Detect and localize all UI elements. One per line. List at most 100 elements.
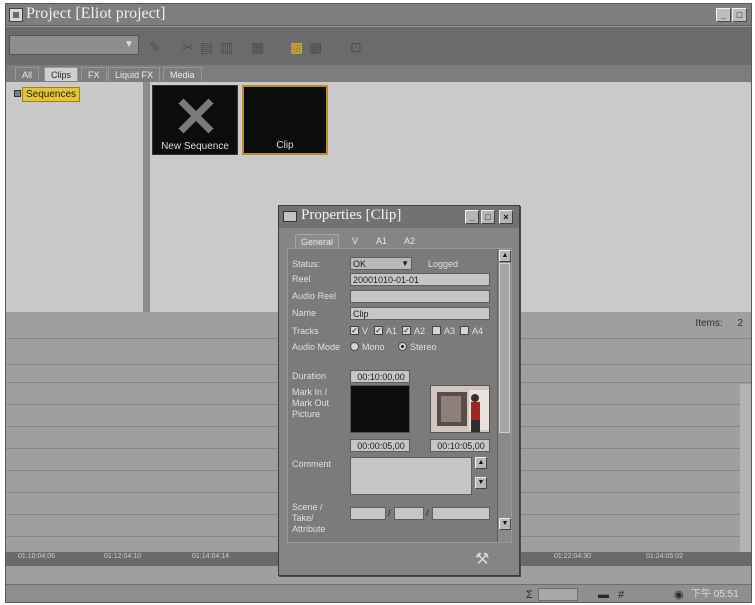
dialog-maximize-button[interactable]: □ [481,210,495,224]
track-a2-checkbox[interactable]: ✓ [402,326,411,335]
duration-label: Duration [292,371,327,381]
tab-liquid-fx[interactable]: Liquid FX [108,67,161,81]
panel-scrollbar[interactable]: ▲ ▼ [497,249,511,542]
status-select-value: OK [353,259,367,269]
track-v-label: V [362,326,369,336]
tab-media[interactable]: Media [163,67,202,81]
status-label: Status: [292,259,321,269]
separator: / [388,508,391,518]
mark-label: Picture [292,409,321,419]
stereo-label: Stereo [410,342,437,352]
mark-label: Mark Out [292,398,330,408]
window-title: Project [Eliot project] [26,5,166,22]
logged-label: Logged [428,259,459,269]
scroll-up-button[interactable]: ▲ [499,250,511,262]
scene-label: Attribute [292,524,326,534]
toolbar: ▼ ✎ ✂ ▤ ▥ ▦ ▩ ▦ ⊡ [6,27,751,65]
take-field[interactable] [394,507,424,520]
wrench-icon[interactable]: ⚒ [475,549,495,569]
general-panel: Status: OK ▼ Logged Reel 20001010-01-01 … [287,248,512,543]
chevron-down-icon: ▼ [401,259,409,268]
bin-tree: Sequences [6,82,144,312]
audio-reel-field[interactable] [350,290,490,303]
paste-icon[interactable]: ▥ [220,39,233,55]
comment-scroll-up[interactable]: ▲ [475,457,487,469]
reel-field[interactable]: 20001010-01-01 [350,273,490,286]
name-label: Name [292,308,317,318]
tree-item-sequences[interactable]: Sequences [14,87,81,102]
attribute-field[interactable] [432,507,490,520]
scroll-thumb[interactable] [499,263,510,433]
comment-label: Comment [292,459,332,469]
track-a3-checkbox[interactable] [432,326,441,335]
track-a3-label: A3 [444,326,456,336]
tab-a1[interactable]: A1 [371,234,392,248]
stereo-radio[interactable] [398,342,407,351]
duration-field[interactable]: 00:10:00,00 [350,370,410,383]
mark-out-picture[interactable] [430,385,490,433]
items-value: 2 [737,318,743,329]
items-count: Items: 2 [695,318,743,329]
bin-item-clip[interactable]: Clip [242,85,328,155]
new-sequence-icon [178,98,214,134]
hash-label: # [618,589,625,601]
track-a2-label: A2 [414,326,426,336]
mark-in-picture[interactable] [350,385,410,433]
ruler-tick-label: 01:12:04:10 [104,553,141,560]
monitor-icon[interactable]: ▬ [598,586,609,602]
comment-textarea[interactable] [350,457,472,495]
view-dropdown[interactable]: ▼ [9,35,139,55]
tab-fx[interactable]: FX [81,67,107,81]
tab-general[interactable]: General [295,234,340,248]
track-a1-label: A1 [386,326,398,336]
table-icon[interactable]: ▦ [309,39,322,55]
mark-in-timecode[interactable]: 00:00:05,00 [350,439,410,452]
maximize-button[interactable]: □ [732,8,747,22]
cut-icon[interactable]: ✂ [182,39,194,55]
mark-label: Mark In / [292,387,328,397]
list-icon[interactable]: ▦ [251,39,264,55]
track-a1-checkbox[interactable]: ✓ [374,326,383,335]
dialog-minimize-button[interactable]: _ [465,210,479,224]
name-field[interactable]: Clip [350,307,490,320]
bin-item-label: New Sequence [161,141,229,152]
ruler-tick-label: 01:10:04:06 [18,553,55,560]
timeline-scrollbar[interactable] [740,384,751,559]
copy-icon[interactable]: ▤ [200,39,213,55]
tab-a2[interactable]: A2 [399,234,420,248]
properties-icon [283,211,297,222]
bin-item-new-sequence[interactable]: New Sequence [152,85,238,155]
tab-all[interactable]: All [15,67,40,81]
properties-dialog: Properties [Clip] _ □ × General V A1 A2 … [278,205,520,576]
status-bar: Σ ▬ # ◉ 下午 05:51 [6,584,751,602]
dialog-tabs: General V A1 A2 [287,234,512,248]
comment-scroll-down[interactable]: ▼ [475,477,487,489]
separator: / [426,508,429,518]
audio-mode-label: Audio Mode [292,342,341,352]
ruler-tick-label: 01:14:04:14 [192,553,229,560]
minimize-button[interactable]: _ [716,8,731,22]
mark-out-timecode[interactable]: 00:10:05,00 [430,439,490,452]
dialog-close-button[interactable]: × [499,210,513,224]
eye-icon[interactable]: ◉ [674,586,684,602]
scene-label: Scene / [292,502,323,512]
track-a4-checkbox[interactable] [460,326,469,335]
pencil-icon[interactable]: ✎ [149,39,161,55]
window-icon [9,8,23,22]
folder-icon [14,90,21,97]
grid-view-icon[interactable]: ▩ [290,39,303,55]
category-tabs: All Clips FX Liquid FX Media [6,65,751,82]
scroll-down-button[interactable]: ▼ [499,518,511,530]
status-select[interactable]: OK ▼ [350,257,412,270]
tab-v[interactable]: V [347,234,363,248]
mark-out-frame-image [431,386,489,432]
title-bar[interactable]: Project [Eliot project] _ □ [6,4,751,26]
status-field [538,588,578,601]
tab-clips[interactable]: Clips [44,67,79,81]
track-v-checkbox[interactable]: ✓ [350,326,359,335]
scene-field[interactable] [350,507,386,520]
export-icon[interactable]: ⊡ [350,39,362,55]
dialog-title: Properties [Clip] [301,207,402,223]
mono-radio[interactable] [350,342,359,351]
dialog-title-bar[interactable]: Properties [Clip] _ □ × [279,206,519,228]
